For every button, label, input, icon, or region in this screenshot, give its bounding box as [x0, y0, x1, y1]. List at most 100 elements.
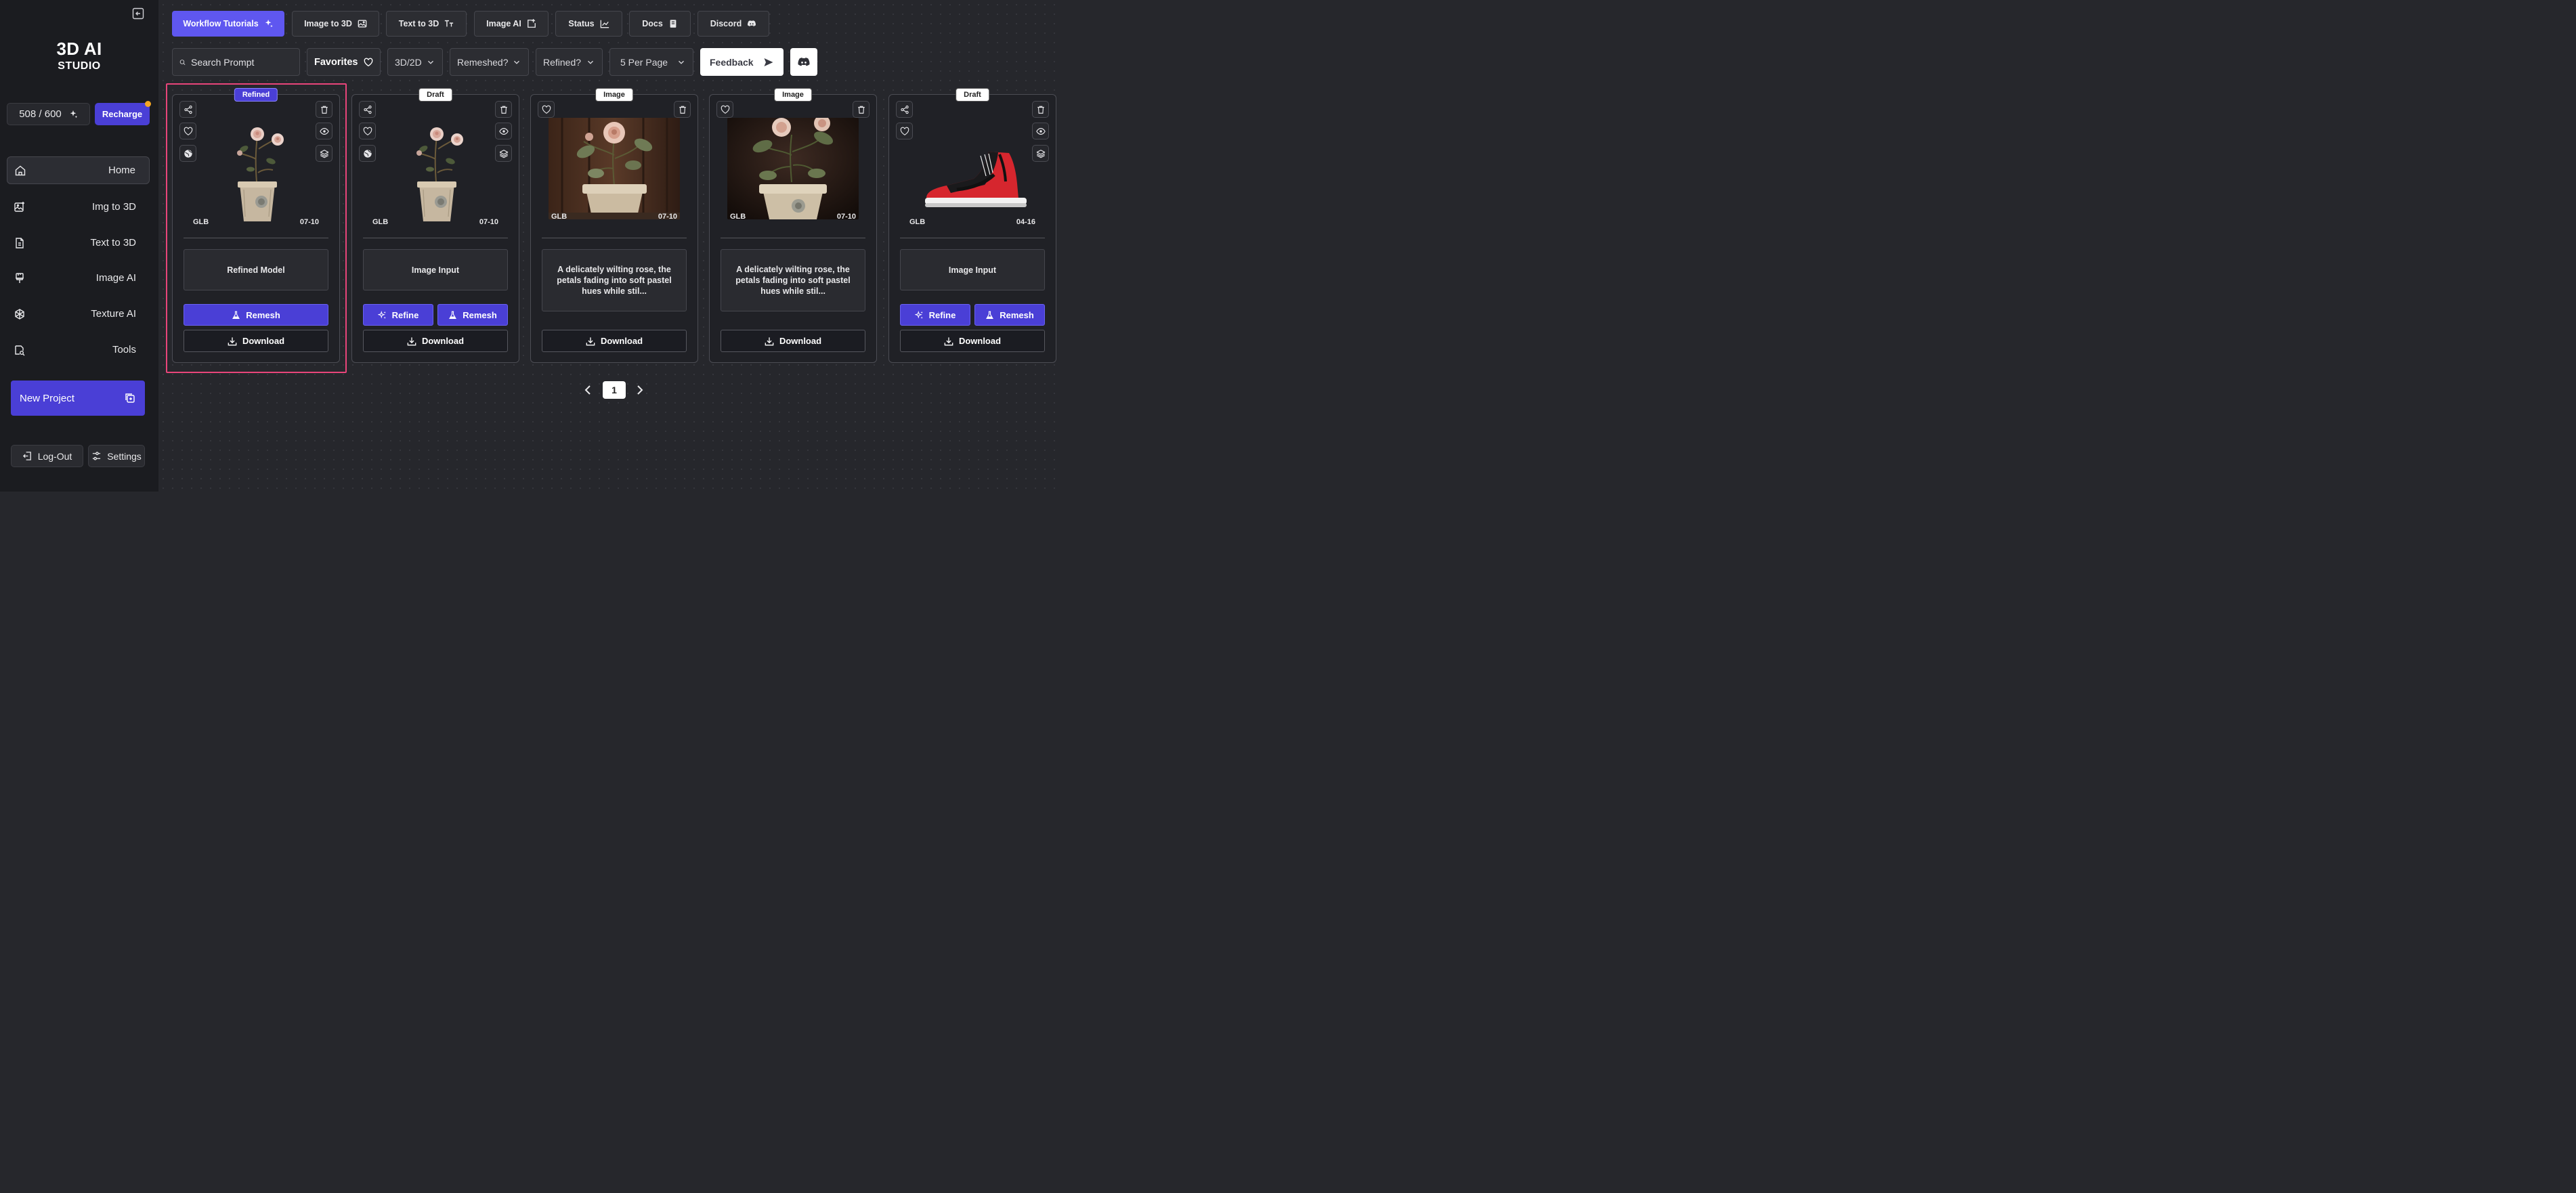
download-button[interactable]: Download: [184, 330, 328, 352]
sidebar-item-label: Texture AI: [91, 308, 136, 320]
download-label: Download: [600, 336, 643, 346]
card-description: Image Input: [900, 249, 1045, 290]
share-button[interactable]: [359, 101, 376, 118]
download-button[interactable]: Download: [363, 330, 508, 352]
model-thumbnail[interactable]: [920, 142, 1028, 210]
format-label: GLB: [372, 218, 389, 226]
settings-button[interactable]: Settings: [88, 445, 145, 467]
next-page-button[interactable]: [633, 383, 647, 397]
share-icon: [900, 105, 909, 114]
favorite-button[interactable]: [538, 101, 555, 118]
download-button[interactable]: Download: [900, 330, 1045, 352]
layers-button[interactable]: [316, 145, 332, 162]
image-icon: [358, 20, 367, 28]
publish-button[interactable]: [179, 145, 196, 162]
status-badge: Draft: [418, 88, 452, 102]
remesh-button[interactable]: Remesh: [974, 304, 1045, 326]
chevron-right-icon: [637, 385, 643, 395]
image-export-icon: [527, 19, 536, 28]
new-project-button[interactable]: New Project: [11, 381, 145, 416]
image-thumbnail[interactable]: [727, 118, 859, 219]
download-button[interactable]: Download: [542, 330, 687, 352]
favorite-button[interactable]: [896, 123, 913, 139]
publish-button[interactable]: [359, 145, 376, 162]
logout-label: Log-Out: [37, 450, 72, 462]
heart-icon: [721, 105, 730, 114]
card-description: Image Input: [363, 249, 508, 290]
download-icon: [944, 337, 953, 346]
flask-icon: [985, 311, 994, 320]
tab-text-to-3d[interactable]: Text to 3D: [386, 11, 467, 37]
refine-label: Refine: [928, 309, 956, 320]
sidebar-item-home[interactable]: Home: [7, 156, 150, 184]
remeshed-select[interactable]: Remeshed?: [450, 48, 529, 76]
remesh-label: Remesh: [1000, 309, 1034, 320]
model-thumbnail[interactable]: [223, 122, 291, 223]
refine-button[interactable]: Refine: [900, 304, 970, 326]
tab-discord[interactable]: Discord: [697, 11, 769, 37]
delete-button[interactable]: [853, 101, 870, 118]
share-button[interactable]: [896, 101, 913, 118]
delete-button[interactable]: [674, 101, 691, 118]
favorite-button[interactable]: [716, 101, 733, 118]
model-card[interactable]: Draft GLB 04-16 Image Input Refine Remes…: [888, 88, 1056, 363]
feedback-button[interactable]: Feedback: [700, 48, 783, 76]
layers-button[interactable]: [495, 145, 512, 162]
copy-plus-icon: [125, 393, 135, 403]
delete-button[interactable]: [1032, 101, 1049, 118]
heart-icon: [900, 127, 909, 136]
refine-button[interactable]: Refine: [363, 304, 433, 326]
search-input[interactable]: [191, 56, 293, 68]
sidebar-item-image-ai[interactable]: Image AI: [7, 264, 150, 292]
image-thumbnail[interactable]: [549, 118, 680, 219]
flask-icon: [232, 311, 240, 320]
logout-button[interactable]: Log-Out: [11, 445, 83, 467]
image-card[interactable]: Image GLB 07-10 A delicately wilting ros…: [709, 88, 877, 363]
layers-icon: [499, 149, 509, 158]
favorite-button[interactable]: [359, 123, 376, 139]
remesh-button[interactable]: Remesh: [184, 304, 328, 326]
layers-button[interactable]: [1032, 145, 1049, 162]
tab-image-to-3d[interactable]: Image to 3D: [292, 11, 379, 37]
favorite-button[interactable]: [179, 123, 196, 139]
tab-workflow-tutorials[interactable]: Workflow Tutorials: [172, 11, 284, 37]
delete-button[interactable]: [495, 101, 512, 118]
trash-icon: [678, 105, 687, 114]
heart-icon: [184, 127, 193, 136]
page-number-button[interactable]: 1: [603, 381, 626, 399]
collapse-sidebar-icon[interactable]: [132, 7, 144, 20]
download-icon: [407, 337, 416, 346]
prev-page-button[interactable]: [581, 383, 595, 397]
credits-value: 508 / 600: [19, 108, 62, 120]
tab-label: Image AI: [486, 19, 521, 28]
preview-button[interactable]: [1032, 123, 1049, 139]
preview-button[interactable]: [495, 123, 512, 139]
sidebar-item-texture-ai[interactable]: Texture AI: [7, 300, 150, 328]
tab-image-ai[interactable]: Image AI: [474, 11, 549, 37]
favorites-filter[interactable]: Favorites: [307, 48, 381, 76]
sidebar-item-tools[interactable]: Tools: [7, 336, 150, 364]
preview-button[interactable]: [316, 123, 332, 139]
favorites-label: Favorites: [314, 56, 358, 68]
model-card[interactable]: Refined GLB 07-10 Refined Model Remesh D…: [172, 88, 340, 363]
heart-icon: [542, 105, 551, 114]
remesh-button[interactable]: Remesh: [437, 304, 508, 326]
sparkles-icon: [70, 110, 77, 118]
download-label: Download: [421, 336, 465, 346]
image-card[interactable]: Image GLB 07-10 A delicately wilting ros…: [530, 88, 698, 363]
type-select[interactable]: 3D/2D: [387, 48, 443, 76]
sidebar-item-img-to-3d[interactable]: Img to 3D: [7, 193, 150, 221]
model-card[interactable]: Draft GLB 07-10 Image Input Refine Remes…: [351, 88, 519, 363]
per-page-select[interactable]: 5 Per Page: [609, 48, 693, 76]
share-button[interactable]: [179, 101, 196, 118]
download-button[interactable]: Download: [721, 330, 865, 352]
recharge-button[interactable]: Recharge: [95, 101, 151, 125]
chevron-left-icon: [584, 385, 591, 395]
tab-status[interactable]: Status: [555, 11, 622, 37]
model-thumbnail[interactable]: [403, 122, 471, 223]
refined-select[interactable]: Refined?: [536, 48, 603, 76]
sidebar-item-text-to-3d[interactable]: Text to 3D: [7, 229, 150, 257]
tab-docs[interactable]: Docs: [629, 11, 691, 37]
delete-button[interactable]: [316, 101, 332, 118]
discord-button[interactable]: [790, 48, 817, 76]
